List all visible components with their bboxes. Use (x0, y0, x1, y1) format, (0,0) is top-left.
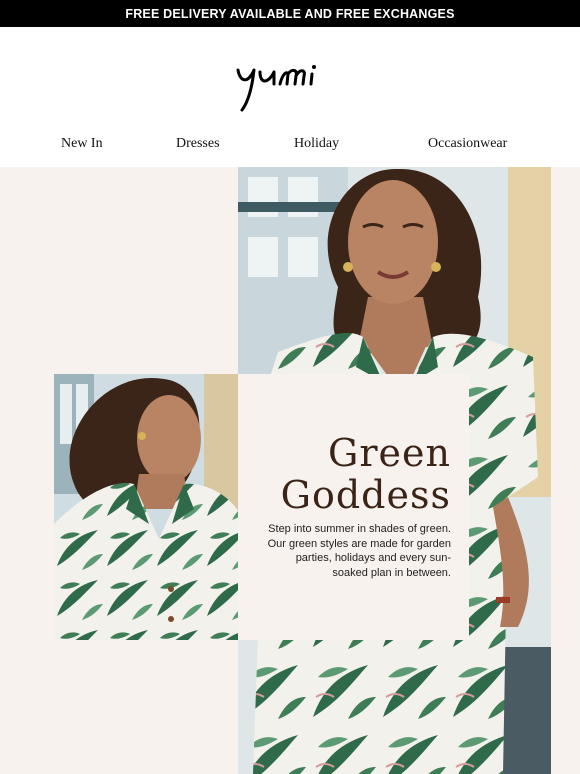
promo-banner-text: FREE DELIVERY AVAILABLE AND FREE EXCHANG… (125, 6, 455, 21)
main-nav: New In Dresses Holiday Occasionwear (0, 130, 580, 160)
hero-headline: Green Goddess (281, 432, 451, 516)
yumi-logo-icon (236, 65, 316, 112)
model-photo-small-image (54, 374, 240, 640)
hero-headline-line1: Green (328, 431, 451, 475)
hero-body-line1: Step into summer in shades of green. (268, 523, 451, 535)
hero-body-line3: parties, holidays and every sun- (295, 552, 451, 564)
hero-body-line2: Our green styles are made for garden (267, 537, 451, 550)
nav-item-dresses[interactable]: Dresses (176, 136, 220, 152)
hero-body-line4: soaked plan in between. (332, 566, 451, 579)
hero-body-copy: Step into summer in shades of green. Our… (251, 522, 451, 580)
hero-headline-line2: Goddess (280, 473, 451, 517)
brand-logo[interactable] (0, 40, 580, 120)
nav-item-holiday[interactable]: Holiday (294, 136, 339, 152)
nav-item-new-in[interactable]: New In (61, 136, 103, 152)
nav-item-occasionwear[interactable]: Occasionwear (428, 136, 507, 152)
hero-text-card: Green Goddess Step into summer in shades… (238, 374, 469, 640)
hero-photo-small[interactable] (54, 374, 240, 640)
promo-banner[interactable]: FREE DELIVERY AVAILABLE AND FREE EXCHANG… (0, 0, 580, 27)
hero-section[interactable]: Green Goddess Step into summer in shades… (0, 167, 580, 774)
